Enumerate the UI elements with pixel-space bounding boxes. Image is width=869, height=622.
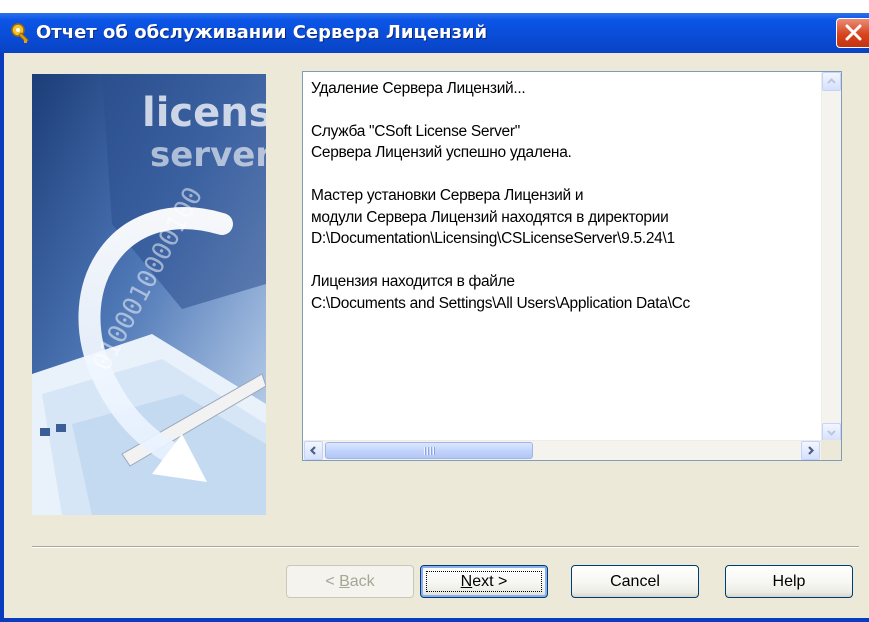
arrow-down-icon: [827, 430, 836, 436]
log-line: Служба "CSoft License Server": [311, 123, 520, 140]
banner-illustration: license server 0100010000100: [32, 74, 266, 515]
scroll-up-button[interactable]: [822, 72, 841, 91]
log-line: Лицензия находится в файле: [311, 273, 515, 290]
cancel-button[interactable]: Cancel: [571, 565, 699, 598]
arrow-left-icon: [309, 446, 316, 455]
horizontal-scrollbar[interactable]: [303, 440, 841, 460]
log-line: Мастер установки Сервера Лицензий и: [311, 187, 584, 204]
arrow-right-icon: [808, 446, 815, 455]
horizontal-scroll-thumb[interactable]: [325, 442, 533, 459]
next-button[interactable]: Next >: [420, 565, 548, 598]
dialog-window: Отчет об обслуживании Сервера Лицензий l…: [0, 13, 869, 622]
back-button[interactable]: < Back: [286, 565, 414, 598]
log-textbox[interactable]: Удаление Сервера Лицензий... Служба "CSo…: [302, 71, 842, 461]
help-button[interactable]: Help: [725, 565, 853, 598]
log-line: D:\Documentation\Licensing\CSLicenseServ…: [311, 230, 675, 247]
log-line: Сервера Лицензий успешно удалена.: [311, 144, 572, 161]
help-button-label: Help: [772, 572, 806, 590]
scroll-thumb-grip: [424, 447, 436, 455]
vertical-scrollbar[interactable]: [821, 72, 841, 442]
log-line: C:\Documents and Settings\All Users\Appl…: [311, 295, 690, 312]
separator: [32, 546, 859, 548]
banner-word-license: license: [142, 90, 266, 136]
arrow-up-icon: [827, 78, 836, 84]
cancel-button-label: Cancel: [610, 572, 660, 590]
scrollbar-corner: [821, 440, 841, 460]
close-button[interactable]: [836, 18, 869, 48]
scroll-right-button[interactable]: [801, 441, 820, 460]
license-server-banner: license server 0100010000100: [32, 74, 266, 515]
back-button-label: < Back: [325, 572, 375, 590]
close-icon: [845, 24, 862, 41]
dialog-body: license server 0100010000100 Удаление Се…: [4, 53, 869, 618]
scroll-left-button[interactable]: [304, 441, 323, 460]
key-icon: [11, 23, 29, 43]
log-line: модули Сервера Лицензий находятся в дире…: [311, 209, 669, 226]
banner-word-server: server: [150, 135, 266, 175]
title-bar[interactable]: Отчет об обслуживании Сервера Лицензий: [0, 13, 869, 53]
log-text-area[interactable]: Удаление Сервера Лицензий... Служба "CSo…: [305, 74, 821, 442]
next-button-label: Next >: [460, 572, 508, 590]
log-line: Удаление Сервера Лицензий...: [311, 80, 526, 97]
window-title: Отчет об обслуживании Сервера Лицензий: [36, 22, 488, 43]
